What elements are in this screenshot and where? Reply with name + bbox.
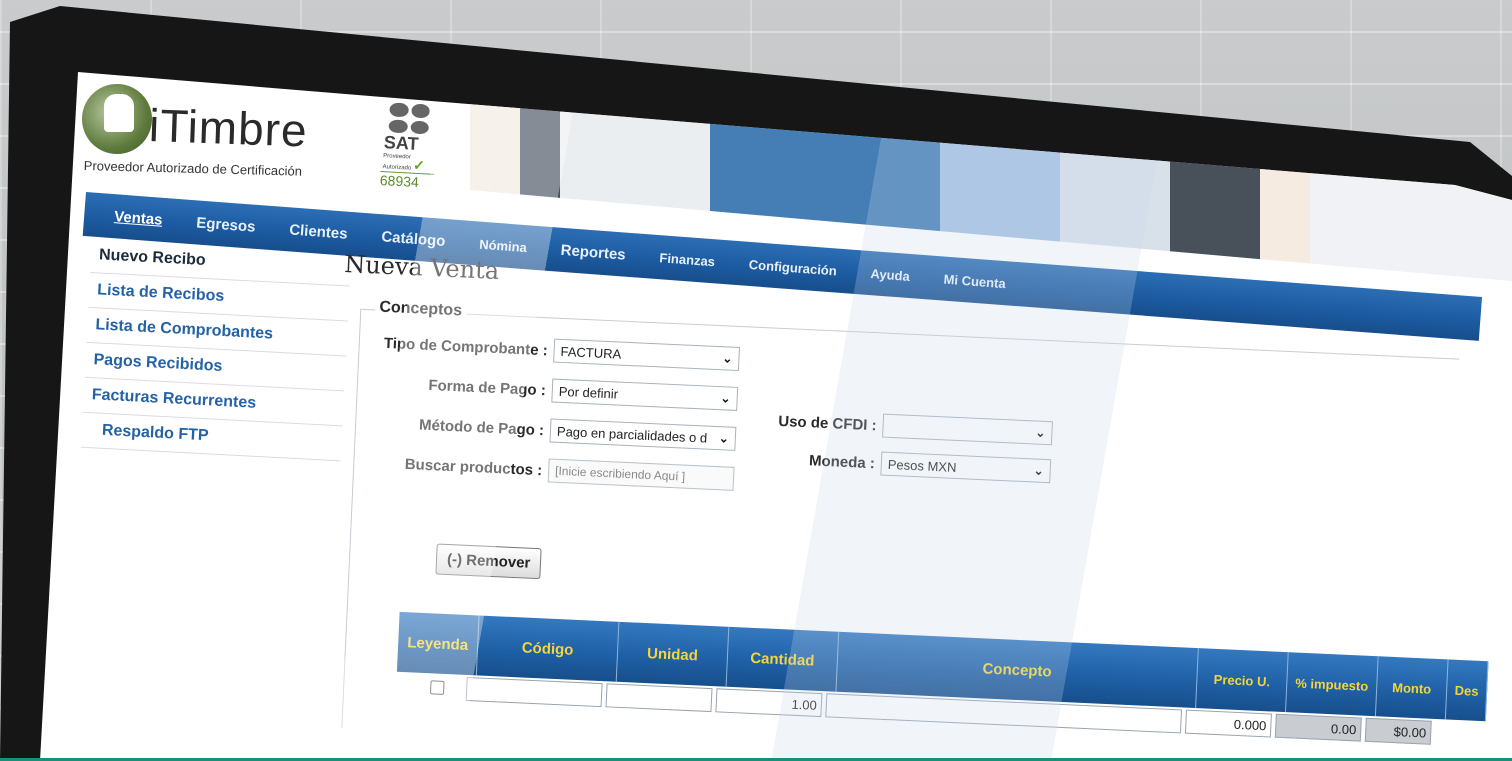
tab-ventas[interactable]: Ventas bbox=[114, 208, 164, 229]
tab-catalogo[interactable]: Catálogo bbox=[381, 228, 446, 250]
col-descuento[interactable]: Des bbox=[1445, 659, 1489, 722]
sidebar: Nuevo Recibo Lista de Recibos Lista de C… bbox=[81, 238, 352, 462]
buscar-input[interactable]: [Inicie escribiendo Aquí ] bbox=[547, 458, 735, 491]
buscar-row: Buscar productos : [Inicie escribiendo A… bbox=[362, 450, 735, 491]
buscar-label: Buscar productos : bbox=[404, 455, 543, 479]
col-impuesto[interactable]: % impuesto bbox=[1286, 652, 1379, 717]
impuesto-cell: 0.00 bbox=[1274, 713, 1362, 742]
col-codigo[interactable]: Código bbox=[476, 615, 620, 682]
uso-select[interactable]: ⌄ bbox=[882, 413, 1053, 446]
tipo-value: FACTURA bbox=[560, 343, 622, 362]
col-monto[interactable]: Monto bbox=[1375, 656, 1449, 720]
itimbre-logo-icon bbox=[82, 84, 152, 154]
forma-row: Forma de Pago : Por definir ⌄ bbox=[365, 370, 739, 411]
precio-cell[interactable]: 0.000 bbox=[1184, 709, 1272, 738]
col-leyenda[interactable]: Leyenda bbox=[396, 611, 480, 676]
conceptos-fieldset: Conceptos Tipo de Comprobante : FACTURA … bbox=[341, 298, 1489, 761]
uso-row: Uso de CFDI : ⌄ bbox=[776, 409, 1053, 446]
cantidad-cell[interactable]: 1.00 bbox=[715, 688, 823, 718]
sat-label: SAT bbox=[383, 132, 420, 154]
col-unidad[interactable]: Unidad bbox=[616, 621, 730, 687]
brand-name: iTimbre bbox=[148, 98, 309, 157]
chevron-down-icon: ⌄ bbox=[722, 351, 733, 366]
metodo-label: Método de Pago : bbox=[418, 416, 545, 439]
metodo-select[interactable]: Pago en parcialidades o d ⌄ bbox=[549, 418, 737, 451]
main-content: Nueva Venta Conceptos Tipo de Comprobant… bbox=[323, 250, 1489, 761]
section-legend: Conceptos bbox=[375, 298, 467, 321]
chevron-down-icon: ⌄ bbox=[1033, 463, 1045, 478]
leyenda-checkbox[interactable] bbox=[429, 680, 445, 695]
tipo-row: Tipo de Comprobante : FACTURA ⌄ bbox=[367, 330, 741, 371]
chevron-down-icon: ⌄ bbox=[720, 391, 731, 406]
moneda-select[interactable]: Pesos MXN ⌄ bbox=[880, 451, 1052, 484]
forma-select[interactable]: Por definir ⌄ bbox=[551, 378, 739, 411]
metodo-row: Método de Pago : Pago en parcialidades o… bbox=[364, 410, 737, 451]
metodo-value: Pago en parcialidades o d bbox=[556, 423, 708, 446]
col-cantidad[interactable]: Cantidad bbox=[726, 626, 840, 692]
forma-label: Forma de Pago : bbox=[428, 376, 547, 399]
tipo-label: Tipo de Comprobante : bbox=[383, 334, 549, 359]
codigo-cell[interactable] bbox=[465, 676, 603, 708]
unidad-cell[interactable] bbox=[605, 683, 713, 713]
tab-clientes[interactable]: Clientes bbox=[289, 221, 348, 242]
forma-value: Por definir bbox=[558, 383, 619, 402]
uso-label: Uso de CFDI : bbox=[777, 412, 877, 434]
sat-badge: SAT Proveedor Autorizado ✓ 68934 bbox=[377, 102, 438, 205]
check-icon: ✓ bbox=[412, 156, 426, 174]
monto-cell: $0.00 bbox=[1364, 717, 1432, 745]
remover-button[interactable]: (-) Remover bbox=[435, 543, 543, 580]
sat-logo-icon bbox=[388, 102, 430, 135]
brand-subtitle: Proveedor Autorizado de Certificación bbox=[83, 158, 303, 179]
tab-nomina[interactable]: Nómina bbox=[479, 236, 528, 255]
chevron-down-icon: ⌄ bbox=[718, 431, 730, 446]
tipo-select[interactable]: FACTURA ⌄ bbox=[553, 338, 741, 371]
moneda-row: Moneda : Pesos MXN ⌄ bbox=[774, 447, 1052, 484]
conceptos-table: Leyenda Código Unidad Cantidad Concepto … bbox=[396, 611, 1489, 749]
sat-small-text: Proveedor Autorizado bbox=[382, 153, 412, 172]
sat-number: 68934 bbox=[379, 171, 435, 191]
tab-egresos[interactable]: Egresos bbox=[196, 214, 256, 235]
col-precio[interactable]: Precio U. bbox=[1196, 648, 1289, 713]
moneda-label: Moneda : bbox=[808, 451, 876, 472]
chevron-down-icon: ⌄ bbox=[1035, 425, 1046, 440]
moneda-value: Pesos MXN bbox=[887, 456, 957, 475]
